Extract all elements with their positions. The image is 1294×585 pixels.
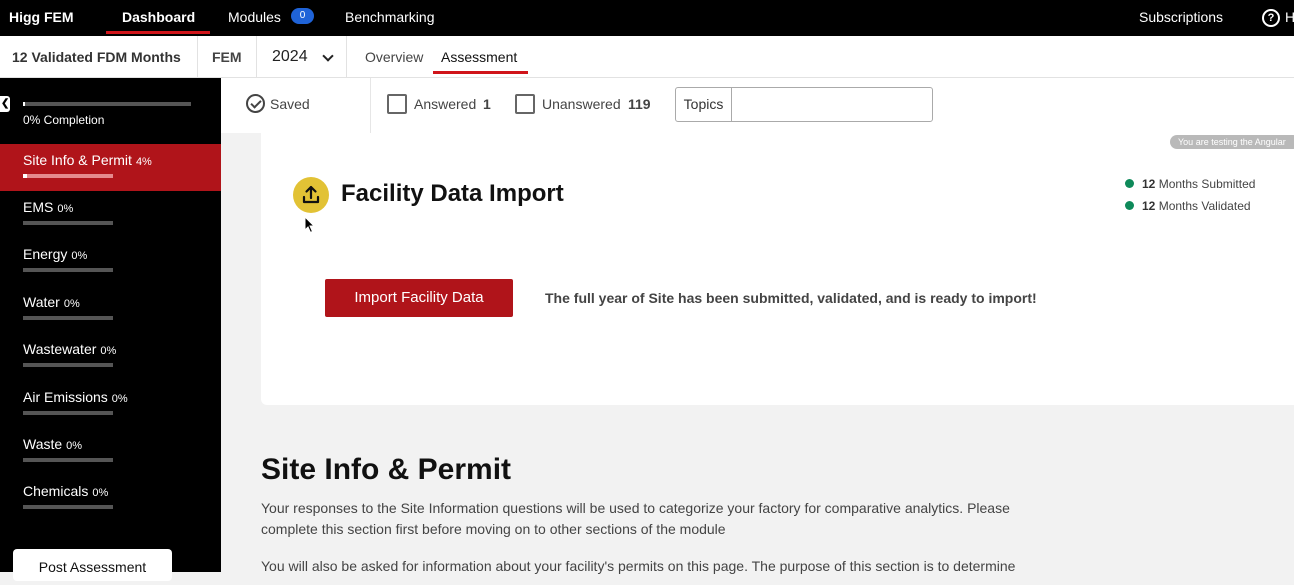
nav-active-indicator	[106, 31, 210, 34]
sidebar-item-percent: 0%	[66, 440, 83, 452]
divider	[370, 78, 371, 133]
status-dot-icon	[1125, 201, 1134, 210]
top-nav: Higg FEM Dashboard Modules 0 Benchmarkin…	[0, 0, 1294, 36]
mouse-cursor-icon	[304, 215, 316, 239]
testing-notice-badge: You are testing the Angular	[1170, 135, 1294, 149]
status-dot-icon	[1125, 179, 1134, 188]
topics-label: Topics	[676, 88, 732, 121]
sidebar-item-percent: 0%	[63, 298, 80, 310]
import-facility-data-button[interactable]: Import Facility Data	[325, 279, 513, 317]
answered-checkbox[interactable]	[387, 94, 407, 114]
sidebar-item-label: Energy 0%	[23, 246, 88, 262]
sidebar-item-waste[interactable]: Waste 0%	[0, 428, 221, 475]
help-icon[interactable]: ?	[1262, 9, 1280, 27]
nav-modules[interactable]: Modules	[228, 9, 281, 25]
collapse-sidebar-icon[interactable]: ❮	[0, 96, 10, 112]
fdm-months-label: 12 Validated FDM Months	[12, 49, 181, 65]
post-assessment-button[interactable]: Post Assessment	[13, 549, 172, 581]
sidebar-item-percent: 0%	[57, 203, 74, 215]
sidebar-item-progress-track	[23, 363, 113, 367]
topics-input[interactable]: Topics	[675, 87, 933, 122]
sidebar-item-label: Chemicals 0%	[23, 483, 109, 499]
sidebar-item-label: Wastewater 0%	[23, 341, 117, 357]
sidebar-item-wastewater[interactable]: Wastewater 0%	[0, 333, 221, 380]
sidebar-item-progress-fill	[23, 174, 27, 178]
divider	[197, 36, 198, 78]
sidebar-item-label: Air Emissions 0%	[23, 389, 128, 405]
help-label[interactable]: H	[1285, 9, 1294, 25]
brand-logo[interactable]: Higg FEM	[9, 9, 74, 25]
modules-count-badge: 0	[291, 8, 314, 24]
module-bar: 12 Validated FDM Months FEM 2024 Overvie…	[0, 36, 1294, 78]
sidebar-item-label: Water 0%	[23, 294, 80, 310]
sidebar-item-progress-track	[23, 505, 113, 509]
import-status-message: The full year of Site has been submitted…	[545, 290, 1037, 306]
sidebar-item-progress-track	[23, 268, 113, 272]
sidebar-item-progress-track	[23, 316, 113, 320]
sidebar-item-water[interactable]: Water 0%	[0, 286, 221, 333]
sidebar-item-chemicals[interactable]: Chemicals 0%	[0, 475, 221, 522]
section-description: Your responses to the Site Information q…	[261, 500, 1010, 537]
nav-subscriptions[interactable]: Subscriptions	[1139, 9, 1223, 25]
filter-bar: Saved Answered 1 Unanswered 119 Topics	[221, 78, 1294, 133]
section-description-permits: You will also be asked for information a…	[261, 558, 1016, 574]
sidebar-item-energy[interactable]: Energy 0%	[0, 238, 221, 285]
tab-overview[interactable]: Overview	[365, 36, 423, 78]
sidebar-item-progress-track	[23, 174, 113, 178]
tab-active-indicator	[433, 71, 528, 74]
sidebar-item-label: Waste 0%	[23, 436, 83, 452]
module-label: FEM	[212, 49, 242, 65]
sidebar-item-percent: 0%	[111, 393, 128, 405]
unanswered-checkbox[interactable]	[515, 94, 535, 114]
divider	[256, 36, 257, 78]
sidebar-item-percent: 0%	[92, 487, 109, 499]
completion-progress-fill	[23, 102, 25, 106]
sidebar-item-progress-track	[23, 458, 113, 462]
facility-import-card	[261, 133, 1294, 405]
answered-label: Answered	[414, 96, 477, 112]
nav-dashboard[interactable]: Dashboard	[122, 9, 195, 25]
sidebar-item-percent: 0%	[100, 345, 117, 357]
check-circle-icon	[246, 94, 265, 113]
sidebar-item-percent: 4%	[135, 156, 152, 168]
sidebar-item-site-info[interactable]: Site Info & Permit 4%	[0, 144, 221, 191]
section-title: Site Info & Permit	[261, 453, 512, 486]
sidebar-item-ems[interactable]: EMS 0%	[0, 191, 221, 238]
completion-label: 0% Completion	[23, 113, 105, 127]
answered-count: 1	[483, 96, 491, 112]
stat-months-submitted: 12 Months Submitted	[1142, 177, 1256, 191]
sidebar-item-percent: 0%	[71, 250, 88, 262]
nav-benchmarking[interactable]: Benchmarking	[345, 9, 435, 25]
chevron-down-icon[interactable]	[322, 50, 334, 62]
year-select[interactable]: 2024	[272, 36, 308, 78]
sidebar-item-progress-track	[23, 411, 113, 415]
sidebar-item-label: Site Info & Permit 4%	[23, 152, 152, 168]
divider	[346, 36, 347, 78]
sidebar-item-label: EMS 0%	[23, 199, 74, 215]
sidebar-item-air-emissions[interactable]: Air Emissions 0%	[0, 381, 221, 428]
unanswered-label: Unanswered	[542, 96, 621, 112]
card-title: Facility Data Import	[341, 180, 564, 207]
completion-progress-track	[23, 102, 191, 106]
sidebar: ❮ 0% Completion Site Info & Permit 4% EMS…	[0, 78, 221, 581]
sidebar-item-progress-track	[23, 221, 113, 225]
unanswered-count: 119	[628, 96, 651, 112]
upload-icon	[293, 177, 329, 213]
stat-months-validated: 12 Months Validated	[1142, 199, 1251, 213]
saved-status: Saved	[270, 96, 310, 112]
